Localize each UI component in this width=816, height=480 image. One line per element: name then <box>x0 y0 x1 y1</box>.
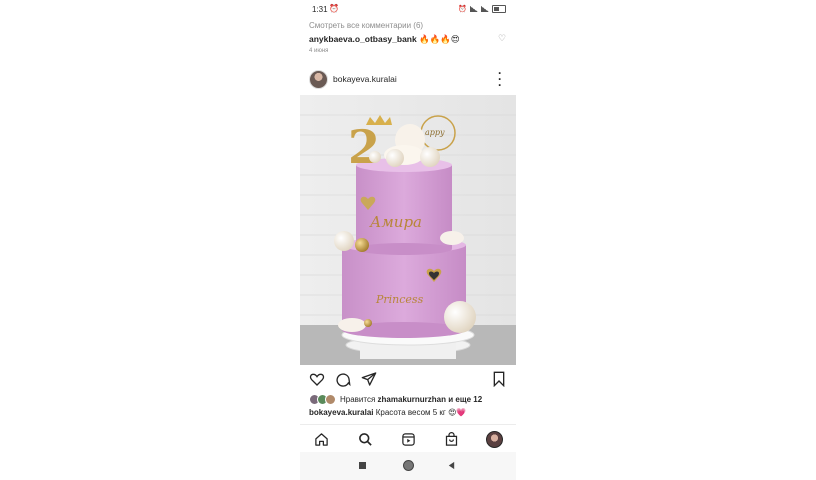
number-two-topper: 2 <box>348 120 380 174</box>
caption-text: Красота весом 5 кг 😍💗 <box>375 408 467 417</box>
battery-icon <box>492 5 506 13</box>
likes-others[interactable]: и еще 12 <box>448 395 482 404</box>
android-nav-bar <box>300 452 516 480</box>
alarm-icon: ⏰ <box>329 4 339 13</box>
happy-topper-text: appy <box>425 128 445 137</box>
alarm-status-icon: ⏰ <box>458 6 467 13</box>
signal-icon <box>470 6 478 12</box>
avatar[interactable] <box>309 70 328 89</box>
profile-icon <box>485 430 503 448</box>
status-icons: ⏰ <box>458 5 506 13</box>
likes-text: Нравится zhamakurnurzhan и еще 12 <box>340 395 482 404</box>
likes-prefix: Нравится <box>340 395 376 404</box>
save-bookmark-icon[interactable] <box>492 371 506 387</box>
shop-icon <box>445 431 457 446</box>
likes-username[interactable]: zhamakurnurzhan <box>378 395 446 404</box>
post-caption: bokayeva.kuralai Красота весом 5 кг 😍💗 <box>309 408 466 417</box>
comment-text: 🔥🔥🔥😍 <box>419 34 460 44</box>
post-header: bokayeva.kuralai · · · <box>300 66 516 92</box>
post-date: 4 июня <box>309 48 329 54</box>
post-username[interactable]: bokayeva.kuralai <box>333 74 397 84</box>
comment-icon[interactable] <box>335 371 351 387</box>
recent-apps-button[interactable] <box>359 462 366 469</box>
caption-username[interactable]: bokayeva.kuralai <box>309 408 373 417</box>
phone-screen: 1:31 ⏰ ⏰ Смотреть все комментарии (6) an… <box>300 0 516 480</box>
top-comment: anykbaeva.o_otbasy_bank 🔥🔥🔥😍 <box>309 34 460 45</box>
more-options-icon[interactable]: · · · <box>498 67 502 91</box>
search-tab[interactable] <box>356 430 374 448</box>
post-photo[interactable]: 2 appy Амира Princess <box>300 95 516 365</box>
liker-avatar-3 <box>325 394 336 405</box>
princess-plate-text: Princess <box>375 293 424 306</box>
home-tab[interactable] <box>312 430 330 448</box>
cake-image: 2 appy Амира Princess <box>300 114 516 365</box>
signal-icon-2 <box>481 6 489 12</box>
post-actions <box>300 368 516 390</box>
view-all-comments-link[interactable]: Смотреть все комментарии (6) <box>309 21 423 30</box>
back-button[interactable] <box>447 461 456 470</box>
status-time: 1:31 <box>312 5 328 14</box>
shop-tab[interactable] <box>442 430 460 448</box>
reels-icon <box>401 432 415 446</box>
bottom-tab-bar <box>300 424 516 453</box>
share-icon[interactable] <box>361 371 377 387</box>
comment-like-heart-icon[interactable]: ♡ <box>498 33 506 44</box>
likes-row[interactable]: Нравится zhamakurnurzhan и еще 12 <box>309 394 482 405</box>
name-plate-text: Амира <box>369 213 422 231</box>
home-icon <box>314 432 328 446</box>
status-bar: 1:31 ⏰ ⏰ <box>300 0 516 18</box>
reels-tab[interactable] <box>399 430 417 448</box>
comment-username[interactable]: anykbaeva.o_otbasy_bank <box>309 34 417 44</box>
profile-tab[interactable] <box>485 430 503 448</box>
like-heart-icon[interactable] <box>309 371 325 387</box>
search-icon <box>358 432 372 446</box>
home-button[interactable] <box>403 460 414 471</box>
